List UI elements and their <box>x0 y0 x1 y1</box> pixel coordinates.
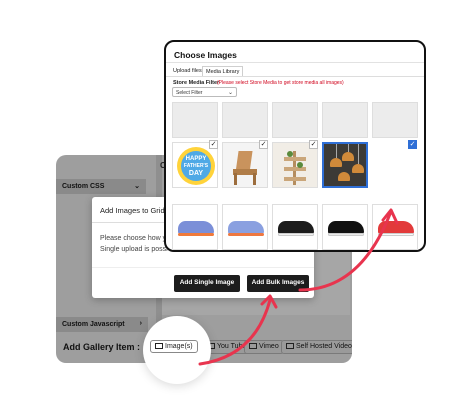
pendant-lamp <box>330 158 342 167</box>
filter-note: (Please select Store Media to get store … <box>217 80 344 86</box>
checkmark-icon[interactable]: ✓ <box>309 140 318 149</box>
shoe-sole <box>228 233 264 236</box>
checkmark-icon[interactable]: ✓ <box>408 140 417 149</box>
shelf-board <box>284 167 306 171</box>
image-tile-empty[interactable] <box>222 102 268 138</box>
custom-css-row[interactable]: Custom CSS ⌄ <box>56 179 146 194</box>
add-bulk-images-button[interactable]: Add Bulk Images <box>247 275 309 292</box>
video-icon <box>286 343 294 349</box>
lamp-cord <box>336 144 337 158</box>
image-tile-pendant-lamps[interactable] <box>322 142 368 188</box>
tab-upload-files[interactable]: Upload files <box>170 66 205 76</box>
image-tile-shoe[interactable] <box>322 204 368 250</box>
shoe-sole <box>378 233 414 236</box>
chooser-divider <box>166 62 424 63</box>
custom-css-label: Custom CSS <box>62 183 105 190</box>
chair-leg-shape <box>253 173 256 185</box>
youtube-button-label: You Tube <box>217 343 247 350</box>
chevron-right-icon: › <box>139 320 142 327</box>
vimeo-button-label: Vimeo <box>259 343 279 350</box>
badge-text-fathers: FATHER'S <box>183 163 209 169</box>
custom-js-label: Custom Javascript <box>62 321 125 328</box>
plant-leaf <box>287 151 293 157</box>
add-gallery-item-label: Add Gallery Item : <box>63 342 141 352</box>
badge-text-happy: HAPPY <box>185 156 207 162</box>
chair-leg-shape <box>234 173 237 185</box>
modal-title: Add Images to Grid <box>100 206 165 215</box>
chevron-down-icon: ⌄ <box>227 90 233 96</box>
shoe-sole <box>178 233 214 236</box>
self-hosted-video-button[interactable]: Self Hosted Video <box>281 340 352 354</box>
image-tile-empty[interactable] <box>322 102 368 138</box>
images-button[interactable]: Image(s) <box>150 340 198 353</box>
image-tile-empty[interactable] <box>172 102 218 138</box>
image-tile-shoe[interactable] <box>172 204 218 250</box>
custom-js-row[interactable]: Custom Javascript › <box>56 317 148 332</box>
images-button-label: Image(s) <box>165 343 193 350</box>
pendant-lamp <box>342 152 354 161</box>
store-media-filter-label: Store Media Filter <box>173 80 220 86</box>
video-icon <box>249 343 257 349</box>
checkmark-icon[interactable]: ✓ <box>209 140 218 149</box>
tab-media-library[interactable]: Media Library <box>202 66 244 76</box>
filter-select-value: Select Filter <box>176 90 203 96</box>
image-icon <box>155 343 163 349</box>
lamp-cord <box>348 144 349 152</box>
checkmark-icon[interactable]: ✓ <box>259 140 268 149</box>
pendant-lamp <box>338 172 350 181</box>
stage: C Custom CSS ⌄ Custom Javascript › Add G… <box>0 0 474 410</box>
plant-leaf <box>297 162 303 168</box>
vimeo-button[interactable]: Vimeo <box>244 340 284 354</box>
chooser-title: Choose Images <box>174 50 237 60</box>
shoe-sole <box>278 233 314 236</box>
tab-underline <box>166 76 424 77</box>
shelf-board <box>284 177 306 181</box>
image-tile-shoe[interactable] <box>222 204 268 250</box>
choose-images-window: Choose Images Upload files Media Library… <box>164 40 426 252</box>
lamp-cord <box>358 144 359 164</box>
modal-footer-divider <box>92 267 314 268</box>
fathers-day-badge: HAPPY FATHER'S DAY <box>177 147 215 185</box>
chevron-down-icon: ⌄ <box>134 183 140 190</box>
shelf-board <box>284 157 306 161</box>
image-tile-shoe[interactable] <box>372 204 418 250</box>
shoe-sole <box>328 233 364 236</box>
badge-text-day: DAY <box>188 170 204 177</box>
self-hosted-video-label: Self Hosted Video <box>296 343 352 350</box>
add-single-image-button[interactable]: Add Single Image <box>174 275 240 292</box>
image-tile-shoe[interactable] <box>272 204 318 250</box>
pendant-lamp <box>352 164 364 173</box>
store-media-filter-select[interactable]: Select Filter ⌄ <box>172 87 237 97</box>
image-tile-empty[interactable] <box>372 102 418 138</box>
image-tile-empty[interactable] <box>272 102 318 138</box>
